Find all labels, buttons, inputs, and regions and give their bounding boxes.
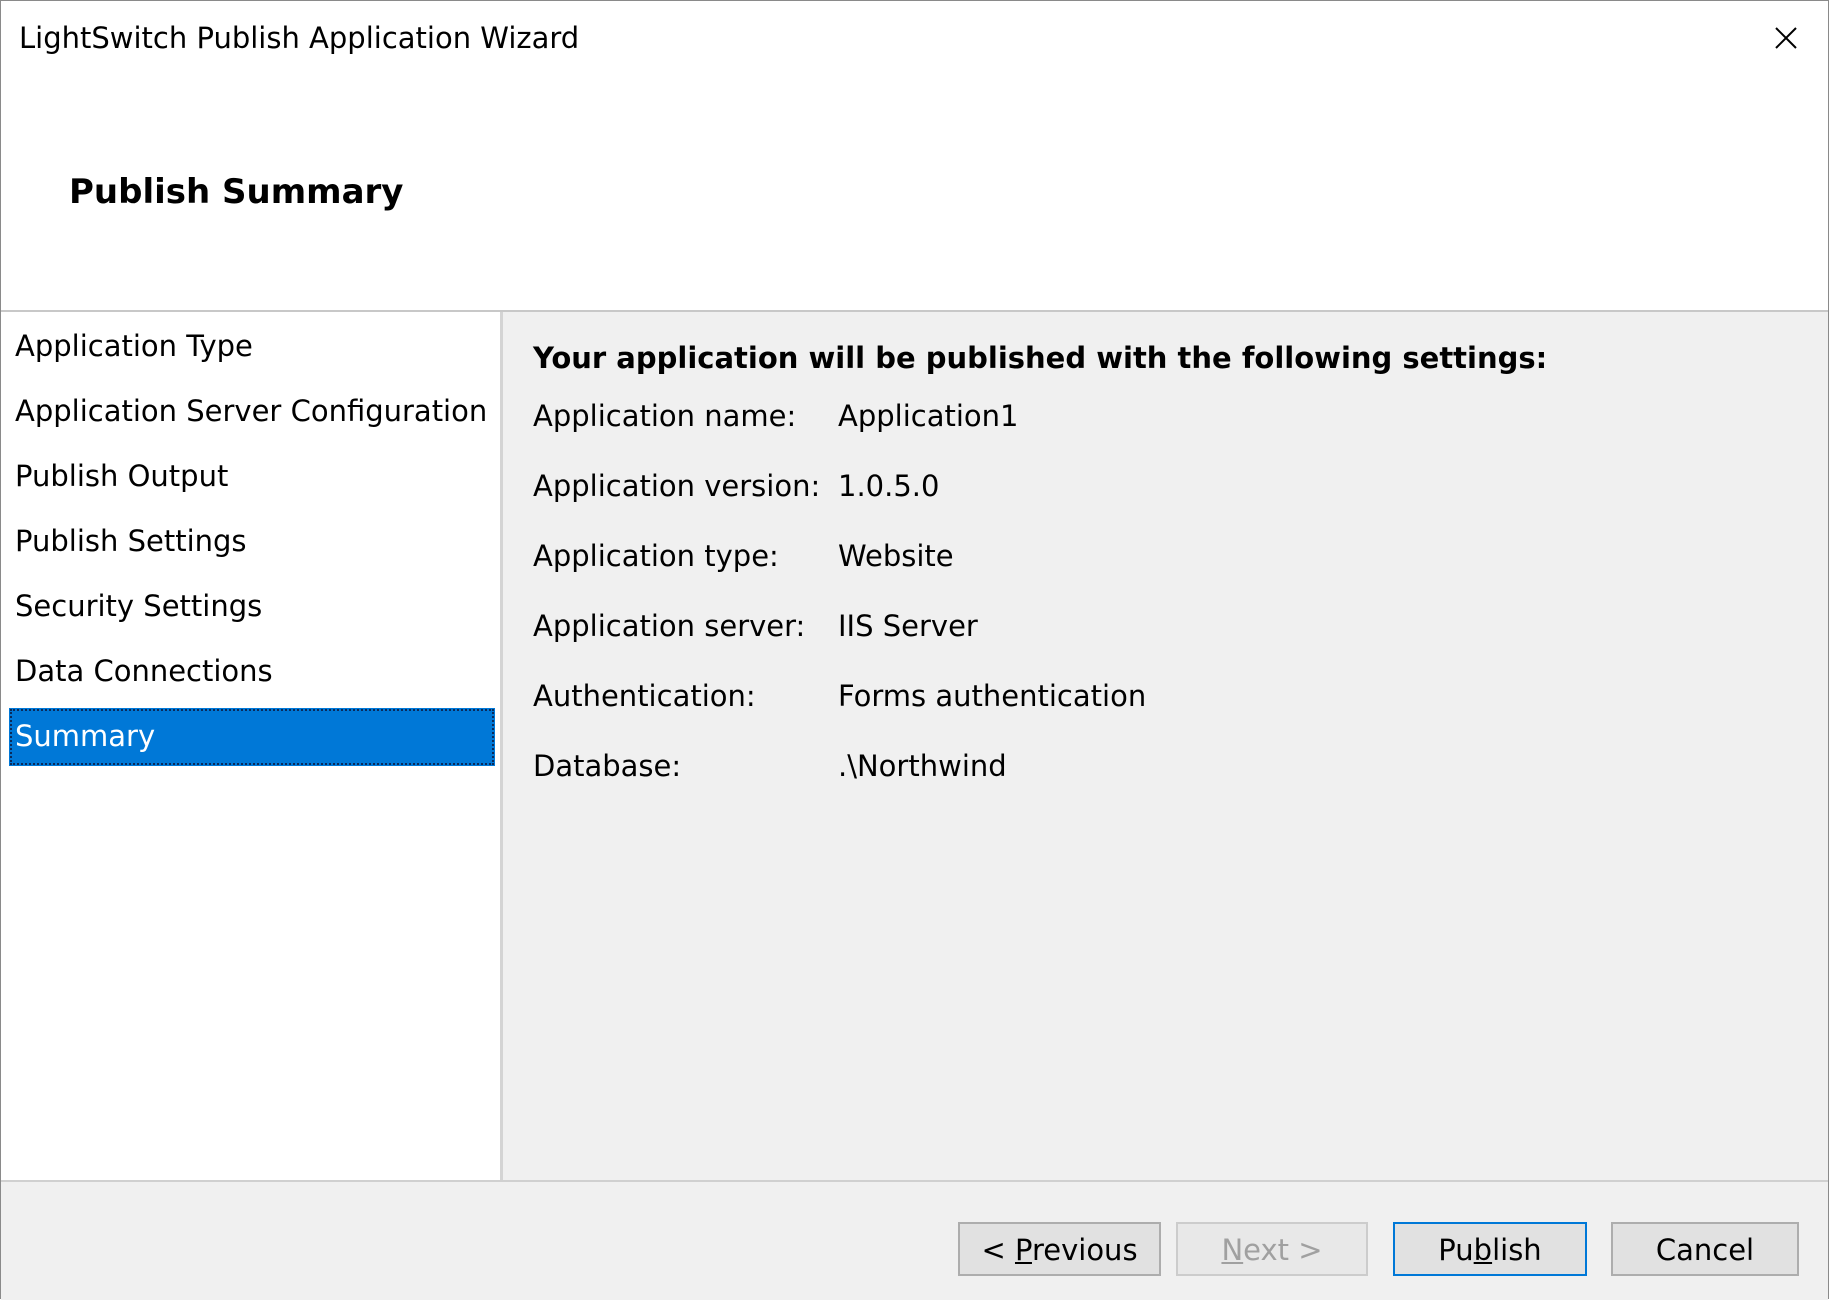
setting-value-application-type: Website: [838, 539, 954, 573]
setting-value-application-name: Application1: [838, 399, 1019, 433]
next-button[interactable]: Next >: [1176, 1222, 1368, 1276]
setting-value-application-server: IIS Server: [838, 609, 978, 643]
close-button[interactable]: [1762, 15, 1810, 61]
sidebar-item-application-server-configuration[interactable]: Application Server Configuration: [9, 383, 495, 441]
cancel-button[interactable]: Cancel: [1611, 1222, 1799, 1276]
setting-value-database: .\Northwind: [838, 749, 1007, 783]
setting-label-application-name: Application name:: [533, 399, 797, 433]
sidebar-item-publish-settings[interactable]: Publish Settings: [9, 513, 495, 571]
sidebar-item-application-type[interactable]: Application Type: [9, 318, 495, 376]
setting-label-authentication: Authentication:: [533, 679, 756, 713]
previous-label-prefix: <: [981, 1233, 1015, 1267]
summary-panel: Your application will be published with …: [503, 312, 1828, 1180]
setting-label-application-type: Application type:: [533, 539, 779, 573]
previous-button[interactable]: < Previous: [958, 1222, 1161, 1276]
wizard-header: Publish Summary: [1, 75, 1828, 312]
close-icon: [1775, 27, 1797, 49]
sidebar-item-data-connections[interactable]: Data Connections: [9, 643, 495, 701]
setting-value-authentication: Forms authentication: [838, 679, 1147, 713]
setting-label-application-version: Application version:: [533, 469, 821, 503]
window-title: LightSwitch Publish Application Wizard: [19, 21, 580, 55]
setting-label-database: Database:: [533, 749, 682, 783]
sidebar-item-summary[interactable]: Summary: [9, 708, 495, 766]
previous-label-mnemonic: P: [1014, 1233, 1032, 1267]
setting-value-application-version: 1.0.5.0: [838, 469, 940, 503]
next-label-suffix: ext >: [1243, 1233, 1323, 1267]
next-label-mnemonic: N: [1221, 1233, 1244, 1267]
publish-label-suffix: lish: [1492, 1233, 1542, 1267]
summary-heading: Your application will be published with …: [533, 341, 1548, 375]
cancel-label: Cancel: [1655, 1233, 1755, 1267]
setting-label-application-server: Application server:: [533, 609, 806, 643]
wizard-window: LightSwitch Publish Application Wizard P…: [0, 0, 1829, 1300]
sidebar-item-publish-output[interactable]: Publish Output: [9, 448, 495, 506]
publish-label-prefix: Pu: [1438, 1233, 1474, 1267]
wizard-footer: < Previous Next > Publish Cancel: [1, 1180, 1828, 1300]
title-bar: LightSwitch Publish Application Wizard: [1, 1, 1828, 75]
sidebar-item-security-settings[interactable]: Security Settings: [9, 578, 495, 636]
page-title: Publish Summary: [69, 172, 404, 212]
publish-button[interactable]: Publish: [1393, 1222, 1587, 1276]
previous-label-suffix: revious: [1031, 1233, 1138, 1267]
publish-label-mnemonic: b: [1473, 1233, 1493, 1267]
wizard-steps-sidebar: Application Type Application Server Conf…: [1, 312, 503, 1180]
